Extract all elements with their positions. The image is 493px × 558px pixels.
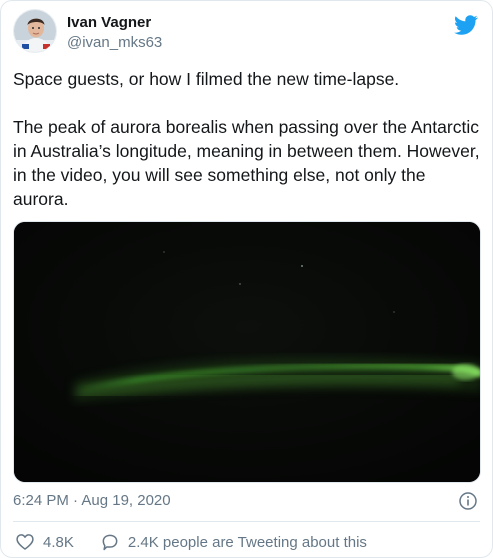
divider xyxy=(13,521,480,522)
like-count: 4.8K xyxy=(43,533,74,551)
author-display-name[interactable]: Ivan Vagner xyxy=(67,13,162,33)
comment-bubble-icon xyxy=(102,534,118,551)
like-button[interactable]: 4.8K xyxy=(15,532,74,552)
tweeting-about-label: 2.4K people are Tweeting about this xyxy=(127,533,367,551)
tweeting-about-button[interactable]: 2.4K people are Tweeting about this xyxy=(100,532,367,552)
tweet-actions: 4.8K 2.4K people are Tweeting about this xyxy=(15,531,367,553)
video-thumbnail[interactable] xyxy=(13,221,481,483)
twitter-bird-icon[interactable] xyxy=(454,13,478,37)
tweet-card: Ivan Vagner @ivan_mks63 Space guests, or… xyxy=(0,0,493,558)
avatar-image xyxy=(14,10,56,52)
aurora-video-frame xyxy=(14,222,480,482)
tweet-timestamp[interactable]: 6:24 PM · Aug 19, 2020 xyxy=(13,491,171,511)
info-icon[interactable] xyxy=(458,491,478,511)
tweet-text: Space guests, or how I filmed the new ti… xyxy=(13,69,480,209)
heart-icon xyxy=(16,534,34,550)
author-handle[interactable]: @ivan_mks63 xyxy=(67,33,162,53)
tweet-header: Ivan Vagner @ivan_mks63 xyxy=(13,9,480,57)
author-names: Ivan Vagner @ivan_mks63 xyxy=(67,13,162,53)
avatar[interactable] xyxy=(13,9,57,53)
